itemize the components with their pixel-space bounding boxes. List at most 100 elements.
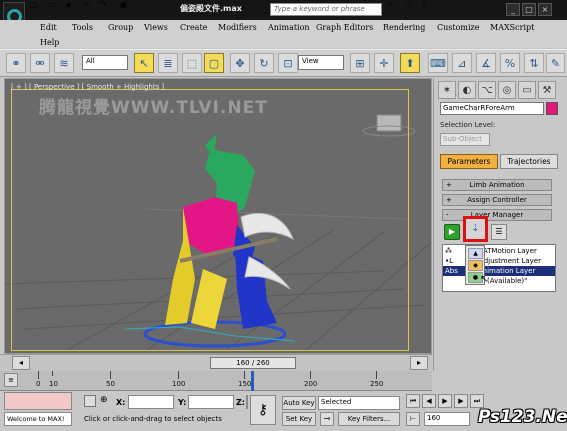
snaps-toggle-icon[interactable]: ⊿ (452, 53, 472, 73)
close-button[interactable]: × (538, 3, 552, 16)
selection-filter-select[interactable]: All (82, 55, 128, 70)
rectangular-region-icon[interactable]: ⬚ (182, 53, 202, 73)
rollout-assign-controller[interactable]: + Assign Controller (442, 194, 552, 206)
rotate-icon[interactable]: ↻ (254, 53, 274, 73)
tick-10 (52, 371, 53, 376)
unlink-icon[interactable]: ⚮ (30, 53, 50, 73)
spinner-snap-icon[interactable]: ⇅ (524, 53, 544, 73)
menu-edit[interactable]: Edit (40, 23, 57, 32)
prev-key-icon[interactable]: ◀ (422, 394, 436, 408)
layer-type-animation-icon[interactable]: ◆ (468, 260, 483, 271)
utilities-tab-icon[interactable]: ⚒ (538, 81, 556, 99)
key-mode-toggle-icon[interactable]: ⊸ (320, 412, 334, 426)
keyboard-shortcut-icon[interactable]: ⌨ (428, 53, 448, 73)
display-tab-icon[interactable]: ▭ (518, 81, 536, 99)
rollout-layer-manager[interactable]: - Layer Manager (442, 209, 552, 221)
reference-coordinate-select[interactable]: View (298, 55, 344, 70)
tab-trajectories[interactable]: Trajectories (500, 154, 558, 169)
menu-customize[interactable]: Customize (437, 23, 480, 32)
lock-selection-icon[interactable] (84, 395, 96, 407)
menu-tools[interactable]: Tools (72, 23, 93, 32)
undo-icon[interactable]: ↶ (84, 0, 99, 9)
help-icon[interactable]: ? (422, 0, 436, 9)
list-item[interactable]: ⁂ CATMotion Layer (443, 246, 555, 256)
scale-icon[interactable]: ⊡ (278, 53, 298, 73)
viewport-label[interactable]: [ + ] [ Perspective ] [ Smooth + Highlig… (11, 83, 164, 91)
play-layer-button[interactable]: ▶ (444, 224, 460, 240)
search-input[interactable]: Type a keyword or phrase (270, 3, 382, 16)
menu-modifiers[interactable]: Modifiers (218, 23, 257, 32)
prev-frame-arrow-icon[interactable]: ◂ (12, 356, 30, 370)
hold-icon[interactable]: ▣ (120, 0, 135, 9)
select-by-name-icon[interactable]: ≣ (158, 53, 178, 73)
time-slider[interactable]: 160 / 260 (210, 357, 296, 369)
percent-snap-icon[interactable]: % (500, 53, 520, 73)
layer-list[interactable]: ⁂ CATMotion Layer •L Adjustment Layer Abs A… (442, 244, 556, 292)
auto-key-button[interactable]: Auto Key (282, 396, 316, 410)
link-icon[interactable]: ⚭ (6, 53, 26, 73)
go-to-end-icon[interactable]: ⏭ (470, 394, 484, 408)
list-item[interactable]: (Available)" (443, 276, 555, 286)
maximize-button[interactable]: □ (522, 3, 536, 16)
current-frame-field[interactable]: 160 (424, 412, 470, 426)
absolute-mode-icon[interactable]: ⊕ (100, 395, 108, 405)
coord-y-field[interactable] (188, 395, 234, 409)
add-layer-button[interactable]: ⇣ (463, 216, 488, 242)
play-icon[interactable]: ▶ (438, 394, 452, 408)
star-icon[interactable]: ☆ (405, 0, 419, 9)
redo-icon[interactable]: ↷ (100, 0, 115, 9)
create-tab-icon[interactable]: ✶ (438, 81, 456, 99)
new-file-icon[interactable]: □ (30, 0, 45, 9)
pivot-icon[interactable]: ⊞ (350, 53, 370, 73)
next-frame-arrow-icon[interactable]: ▸ (410, 356, 428, 370)
track-bar[interactable]: ≡ 0 10 50 100 150 200 250 (0, 371, 432, 391)
set-key-mode-key-icon[interactable]: ⚷ (250, 395, 276, 425)
move-icon[interactable]: ✥ (230, 53, 250, 73)
key-filters-button[interactable]: Key Filters... (338, 412, 400, 426)
menu-help[interactable]: Help (40, 38, 59, 47)
menu-maxscript[interactable]: MAXScript (490, 23, 534, 32)
open-file-icon[interactable]: ▭ (48, 0, 63, 9)
coord-x-field[interactable] (128, 395, 174, 409)
next-key-icon[interactable]: ▶ (454, 394, 468, 408)
open-mini-curve-editor-icon[interactable]: ≡ (4, 373, 18, 387)
layer-type-adjustment-icon[interactable]: ▲ (468, 248, 483, 259)
menu-animation[interactable]: Animation (268, 23, 310, 32)
layer-options-button[interactable]: ☰ (491, 224, 507, 240)
menu-group[interactable]: Group (108, 23, 133, 32)
save-icon[interactable]: ▪ (66, 0, 81, 9)
coord-z-field[interactable] (246, 395, 248, 409)
current-frame-marker[interactable] (251, 371, 254, 391)
named-selection-icon[interactable]: ✎ (546, 53, 565, 73)
search-icon[interactable]: ⌕ (388, 0, 402, 10)
rollout-limb-animation[interactable]: + Limb Animation (442, 179, 552, 191)
select-object-icon[interactable]: ↖ (134, 53, 154, 73)
modify-tab-icon[interactable]: ◐ (458, 81, 476, 99)
minimize-button[interactable]: _ (506, 3, 520, 16)
object-name-field[interactable]: GameCharRForeArm (440, 102, 544, 115)
maxscript-mini-listener[interactable]: Welcome to MAX! (4, 412, 72, 426)
key-mode-icon[interactable]: ⊢ (406, 412, 420, 426)
bind-space-warp-icon[interactable]: ≋ (54, 53, 74, 73)
motion-tab-icon[interactable]: ◎ (498, 81, 516, 99)
menu-rendering[interactable]: Rendering (383, 23, 425, 32)
perspective-viewport[interactable]: [ + ] [ Perspective ] [ Smooth + Highlig… (4, 78, 432, 354)
maxscript-listener[interactable] (4, 392, 72, 410)
sub-object-button[interactable]: Sub-Object (440, 133, 490, 146)
tick-label-150: 150 (238, 380, 252, 388)
menu-views[interactable]: Views (144, 23, 168, 32)
snap-icon[interactable]: ✛ (374, 53, 394, 73)
go-to-start-icon[interactable]: ⏮ (406, 394, 420, 408)
list-item[interactable]: •L Adjustment Layer (443, 256, 555, 266)
menu-create[interactable]: Create (180, 23, 207, 32)
window-crossing-icon[interactable]: ▢ (204, 53, 224, 73)
set-key-button[interactable]: Set Key (282, 412, 316, 426)
object-color-swatch[interactable] (546, 102, 558, 115)
key-mode-select[interactable]: Selected (318, 396, 400, 410)
tab-parameters[interactable]: Parameters (440, 154, 498, 169)
menu-graph-editors[interactable]: Graph Editors (316, 23, 373, 32)
select-manipulate-icon[interactable]: ⬆ (400, 53, 420, 73)
angle-snap-icon[interactable]: ∡ (476, 53, 496, 73)
hierarchy-tab-icon[interactable]: ⌥ (478, 81, 496, 99)
list-item[interactable]: Abs Animation Layer (443, 266, 555, 276)
